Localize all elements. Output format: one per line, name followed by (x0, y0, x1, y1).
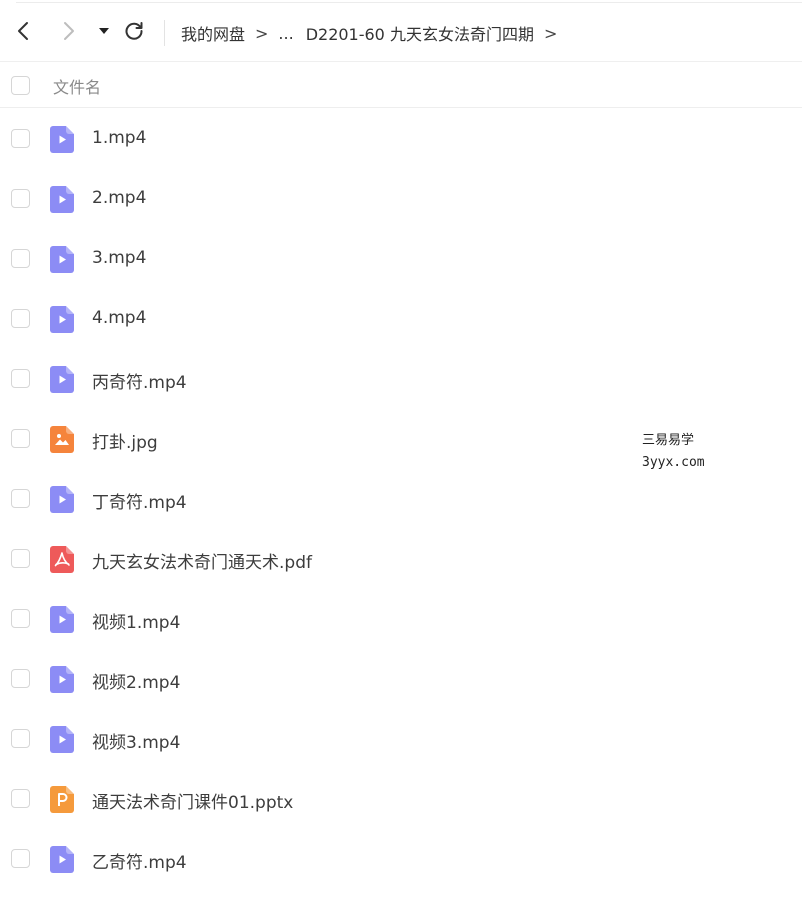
refresh-button[interactable] (122, 19, 146, 43)
file-list: 1.mp4 2.mp4 3.mp4 4.mp4 丙奇符.mp4 打卦.jpg 丁奇符.mp4… (0, 109, 802, 889)
pptx-file-icon (50, 786, 74, 813)
back-button[interactable] (12, 19, 36, 43)
breadcrumb-item-root[interactable]: 我的网盘 (181, 21, 245, 45)
file-name[interactable]: 1.mp4 (92, 128, 146, 148)
file-checkbox[interactable] (11, 189, 30, 208)
refresh-icon (125, 22, 143, 40)
file-checkbox[interactable] (11, 309, 30, 328)
breadcrumb-separator: > (255, 23, 269, 43)
video-file-icon (50, 366, 74, 393)
file-checkbox[interactable] (11, 849, 30, 868)
file-row[interactable]: 3.mp4 (0, 229, 802, 289)
pdf-file-icon (50, 546, 74, 573)
file-row[interactable]: 视频3.mp4 (0, 709, 802, 769)
file-row[interactable]: 乙奇符.mp4 (0, 829, 802, 889)
file-row[interactable]: 视频1.mp4 (0, 589, 802, 649)
video-file-icon (50, 186, 74, 213)
file-name[interactable]: 丁奇符.mp4 (92, 488, 187, 513)
navigation-bar: 我的网盘 > ... D2201-60 九天玄女法奇门四期 > (0, 3, 802, 62)
filename-column-header[interactable]: 文件名 (53, 74, 101, 98)
file-checkbox[interactable] (11, 669, 30, 688)
file-row[interactable]: 丙奇符.mp4 (0, 349, 802, 409)
chevron-left-icon (18, 22, 28, 40)
breadcrumb-separator: > (543, 23, 558, 43)
watermark-line2: 3yyx.com (642, 455, 705, 470)
file-checkbox[interactable] (11, 609, 30, 628)
file-row[interactable]: 2.mp4 (0, 169, 802, 229)
breadcrumb-item-ellipsis[interactable]: ... (278, 24, 293, 43)
file-name[interactable]: 乙奇符.mp4 (92, 848, 187, 873)
file-checkbox[interactable] (11, 789, 30, 808)
image-file-icon (50, 426, 74, 453)
file-name[interactable]: 九天玄女法术奇门通天术.pdf (92, 548, 312, 573)
file-row[interactable]: 九天玄女法术奇门通天术.pdf (0, 529, 802, 589)
file-row[interactable]: 通天法术奇门课件01.pptx (0, 769, 802, 829)
file-name[interactable]: 3.mp4 (92, 248, 146, 268)
nav-divider (164, 20, 165, 46)
file-row[interactable]: 1.mp4 (0, 109, 802, 169)
file-checkbox[interactable] (11, 729, 30, 748)
file-checkbox[interactable] (11, 129, 30, 148)
file-name[interactable]: 4.mp4 (92, 308, 146, 328)
file-list-header: 文件名 (0, 62, 802, 108)
file-name[interactable]: 丙奇符.mp4 (92, 368, 187, 393)
file-checkbox[interactable] (11, 249, 30, 268)
file-checkbox[interactable] (11, 549, 30, 568)
video-file-icon (50, 666, 74, 693)
file-name[interactable]: 2.mp4 (92, 188, 146, 208)
breadcrumb: 我的网盘 > ... D2201-60 九天玄女法奇门四期 > (181, 20, 567, 46)
forward-button[interactable] (56, 19, 80, 43)
file-checkbox[interactable] (11, 429, 30, 448)
video-file-icon (50, 306, 74, 333)
video-file-icon (50, 846, 74, 873)
chevron-right-icon (64, 22, 74, 40)
video-file-icon (50, 126, 74, 153)
file-row[interactable]: 4.mp4 (0, 289, 802, 349)
watermark-line1: 三易易学 (642, 433, 695, 448)
video-file-icon (50, 726, 74, 753)
history-dropdown-button[interactable] (92, 19, 116, 43)
file-checkbox[interactable] (11, 489, 30, 508)
file-row[interactable]: 视频2.mp4 (0, 649, 802, 709)
video-file-icon (50, 246, 74, 273)
file-name[interactable]: 通天法术奇门课件01.pptx (92, 788, 293, 813)
watermark: 三易易学 3yyx.com (642, 430, 722, 474)
file-checkbox[interactable] (11, 369, 30, 388)
breadcrumb-item-current[interactable]: D2201-60 九天玄女法奇门四期 (306, 21, 534, 45)
select-all-checkbox[interactable] (11, 76, 30, 95)
file-row[interactable]: 丁奇符.mp4 (0, 469, 802, 529)
caret-down-icon (99, 28, 109, 34)
file-name[interactable]: 视频2.mp4 (92, 668, 180, 693)
video-file-icon (50, 606, 74, 633)
video-file-icon (50, 486, 74, 513)
file-name[interactable]: 视频3.mp4 (92, 728, 180, 753)
file-name[interactable]: 打卦.jpg (92, 428, 158, 453)
file-name[interactable]: 视频1.mp4 (92, 608, 180, 633)
